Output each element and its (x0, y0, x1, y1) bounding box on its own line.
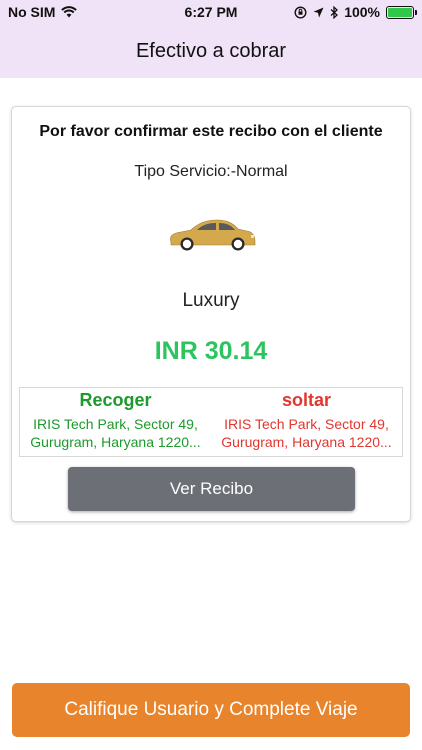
location-arrow-icon (313, 7, 324, 17)
battery-level (388, 7, 412, 17)
orientation-lock-icon (294, 5, 307, 19)
fare-amount: INR 30.14 (154, 337, 268, 365)
drop-address: IRIS Tech Park, Sector 49, Gurugram, Har… (211, 415, 402, 451)
drop-address-line: Gurugram, Haryana 1220... (221, 434, 392, 450)
route-addresses: Recoger IRIS Tech Park, Sector 49, Gurug… (19, 387, 403, 457)
pickup-section: Recoger IRIS Tech Park, Sector 49, Gurug… (20, 388, 211, 456)
pickup-address-line: Gurugram, Haryana 1220... (30, 434, 201, 450)
bluetooth-icon (330, 5, 339, 19)
status-bar: No SIM 6:27 PM 100% (0, 0, 422, 24)
pickup-address: IRIS Tech Park, Sector 49, Gurugram, Har… (20, 415, 211, 451)
rate-and-complete-button[interactable]: Califique Usuario y Complete Viaje (12, 683, 410, 737)
status-left: No SIM (8, 4, 78, 20)
drop-section: soltar IRIS Tech Park, Sector 49, Gurugr… (211, 388, 402, 456)
wifi-icon (61, 6, 78, 18)
drop-address-line: IRIS Tech Park, Sector 49, (224, 416, 389, 432)
service-type: Tipo Servicio:-Normal (134, 163, 288, 180)
confirm-instruction: Por favor confirmar este recibo con el c… (39, 123, 383, 140)
sedan-car-icon (170, 219, 256, 251)
drop-label: soltar (281, 390, 332, 410)
car-type: Luxury (182, 290, 240, 311)
status-right: 100% (294, 4, 417, 20)
page-title: Efectivo a cobrar (135, 39, 287, 62)
header-bar: Efectivo a cobrar (0, 24, 422, 78)
view-receipt-button[interactable]: Ver Recibo (68, 467, 355, 511)
receipt-card: Por favor confirmar este recibo con el c… (11, 106, 411, 522)
pickup-label: Recoger (79, 390, 152, 410)
battery-percent: 100% (344, 4, 380, 20)
pickup-address-line: IRIS Tech Park, Sector 49, (33, 416, 198, 432)
carrier-label: No SIM (8, 4, 56, 20)
battery-icon (386, 5, 417, 19)
